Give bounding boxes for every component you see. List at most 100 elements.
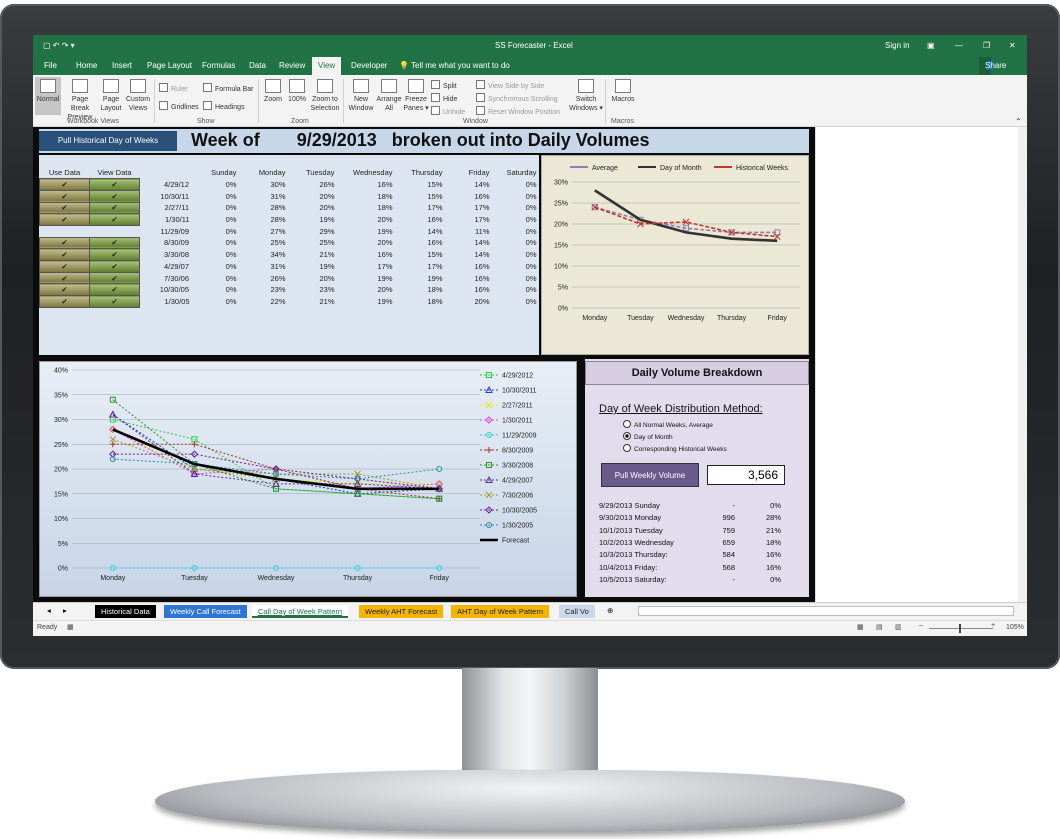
x-tick-label: Tuesday xyxy=(627,315,654,322)
tab-insert[interactable]: Insert xyxy=(112,61,132,70)
tab-page-layout[interactable]: Page Layout xyxy=(147,61,192,70)
sheet-tab[interactable]: AHT Day of Week Pattern xyxy=(451,605,550,618)
tell-me-box[interactable]: Tell me what you want to do xyxy=(411,61,510,70)
view-data-checkbox[interactable] xyxy=(90,225,140,237)
unhide-button[interactable]: Unhide xyxy=(431,106,465,116)
view-data-checkbox[interactable]: ✔ xyxy=(89,213,140,226)
page-break-status-icon[interactable]: ▥ xyxy=(895,623,902,631)
view-data-checkbox[interactable]: ✔ xyxy=(89,295,140,308)
radio-historical-weeks[interactable]: Corresponding Historical Weeks xyxy=(623,444,727,453)
tab-scroll-left-icon[interactable]: ◂ xyxy=(47,606,51,615)
y-tick-label: 30% xyxy=(554,180,568,187)
row-value: 0% xyxy=(525,215,537,225)
macro-record-icon[interactable]: ▦ xyxy=(67,623,74,631)
normal-view-status-icon[interactable]: ▦ xyxy=(857,623,864,631)
tab-home[interactable]: Home xyxy=(76,61,97,70)
zoom-100-button[interactable]: 100% xyxy=(286,79,308,104)
view-data-checkbox[interactable]: ✔ xyxy=(89,189,140,203)
macros-icon xyxy=(615,79,631,93)
collapse-ribbon-icon[interactable]: ⌃ xyxy=(1015,117,1022,126)
sign-in-link[interactable]: Sign in xyxy=(885,41,909,50)
use-data-checkbox[interactable]: ✔ xyxy=(39,295,90,308)
view-data-checkbox[interactable]: ✔ xyxy=(89,236,140,250)
switch-windows-button[interactable]: Switch Windows ▾ xyxy=(569,79,603,113)
use-data-checkbox[interactable] xyxy=(40,225,90,237)
use-data-checkbox[interactable]: ✔ xyxy=(39,213,90,226)
custom-views-button[interactable]: Custom Views xyxy=(125,79,151,113)
pull-weekly-volume-button[interactable]: Pull Weekly Volume xyxy=(601,463,699,487)
arrange-all-button[interactable]: Arrange All xyxy=(376,79,402,113)
use-data-checkbox[interactable]: ✔ xyxy=(39,248,90,261)
gridlines-checkbox[interactable]: Gridlines xyxy=(159,101,199,111)
series-line xyxy=(594,206,778,234)
sheet-tab[interactable]: Weekly Call Forecast xyxy=(164,605,247,618)
new-window-button[interactable]: New Window xyxy=(346,79,376,113)
use-data-checkbox[interactable]: ✔ xyxy=(39,236,90,250)
tab-review[interactable]: Review xyxy=(279,61,305,70)
tab-data[interactable]: Data xyxy=(249,61,266,70)
switch-windows-label: Switch Windows ▾ xyxy=(569,96,603,112)
view-data-checkbox[interactable]: ✔ xyxy=(89,271,140,285)
formula-bar-checkbox[interactable]: Formula Bar xyxy=(203,83,254,93)
quick-access-toolbar[interactable]: ▢ ↶ ↷ ▾ xyxy=(43,41,75,50)
zoom-in-icon[interactable]: + xyxy=(991,622,995,629)
minimize-button[interactable]: — xyxy=(955,41,963,50)
empty-cells-area[interactable] xyxy=(815,127,1027,602)
use-data-checkbox[interactable]: ✔ xyxy=(39,201,90,215)
use-data-checkbox[interactable]: ✔ xyxy=(39,260,90,273)
vertical-scrollbar[interactable] xyxy=(1018,127,1027,602)
sheet-tab[interactable]: Historical Data xyxy=(95,605,156,618)
row-value: 14% xyxy=(474,238,490,248)
zoom-level[interactable]: 105% xyxy=(1006,624,1024,631)
sheet-tab[interactable]: Call Vo xyxy=(559,605,595,618)
freeze-panes-button[interactable]: Freeze Panes ▾ xyxy=(403,79,429,113)
view-data-checkbox[interactable]: ✔ xyxy=(89,201,140,215)
use-data-checkbox[interactable]: ✔ xyxy=(39,283,90,297)
pull-historical-button[interactable]: Pull Historical Day of Weeks xyxy=(39,131,177,151)
page-break-preview-button[interactable]: Page Break Preview xyxy=(63,79,97,122)
normal-view-button[interactable]: Normal xyxy=(35,77,61,115)
hide-button[interactable]: Hide xyxy=(431,93,457,103)
share-button[interactable]: 👤 Share xyxy=(979,57,1006,75)
headings-checkbox[interactable]: Headings xyxy=(203,101,245,111)
weekly-volume-field[interactable]: 3,566 xyxy=(707,465,785,485)
tab-file[interactable]: File xyxy=(44,61,57,70)
reset-window-position-button[interactable]: Reset Window Position xyxy=(476,106,560,116)
page-layout-button[interactable]: Page Layout xyxy=(99,79,123,113)
horizontal-scrollbar[interactable] xyxy=(638,606,1014,616)
page-layout-status-icon[interactable]: ▤ xyxy=(876,623,883,631)
synchronous-scrolling-button[interactable]: Synchronous Scrolling xyxy=(476,93,558,103)
zoom-slider-thumb[interactable] xyxy=(959,624,961,633)
split-button[interactable]: Split xyxy=(431,80,457,90)
new-sheet-icon[interactable]: ⊕ xyxy=(607,606,613,615)
ruler-checkbox[interactable]: Ruler xyxy=(159,83,188,93)
tab-developer[interactable]: Developer xyxy=(351,61,387,70)
zoom-slider[interactable] xyxy=(929,628,993,629)
sheet-tab[interactable]: Call Day of Week Pattern xyxy=(252,605,349,618)
tab-scroll-right-icon[interactable]: ▸ xyxy=(63,606,67,615)
zoom-selection-button[interactable]: Zoom to Selection xyxy=(310,79,340,113)
view-data-checkbox[interactable]: ✔ xyxy=(89,283,140,297)
restore-button[interactable]: ❐ xyxy=(983,41,990,50)
status-ready: Ready xyxy=(37,624,58,631)
tab-formulas[interactable]: Formulas xyxy=(202,61,235,70)
macros-button[interactable]: Macros xyxy=(609,79,637,104)
radio-all-normal-weeks[interactable]: All Normal Weeks, Average xyxy=(623,420,713,429)
row-value: 19% xyxy=(377,296,393,306)
ribbon-display-icon[interactable]: ▣ xyxy=(927,41,935,50)
tab-view[interactable]: View xyxy=(312,57,342,75)
row-value: 20% xyxy=(319,273,335,283)
row-value: 0% xyxy=(225,180,237,190)
view-data-checkbox[interactable]: ✔ xyxy=(89,260,140,273)
sheet-tab[interactable]: Weekly AHT Forecast xyxy=(359,605,444,618)
view-data-checkbox[interactable]: ✔ xyxy=(89,248,140,261)
view-data-checkbox[interactable]: ✔ xyxy=(89,178,140,191)
zoom-out-icon[interactable]: – xyxy=(919,622,923,629)
use-data-checkbox[interactable]: ✔ xyxy=(39,178,90,191)
view-side-by-side-button[interactable]: View Side by Side xyxy=(476,80,544,90)
use-data-checkbox[interactable]: ✔ xyxy=(39,271,90,285)
close-button[interactable]: ✕ xyxy=(1009,41,1016,50)
radio-day-of-month[interactable]: Day of Month xyxy=(623,432,673,441)
zoom-button[interactable]: Zoom xyxy=(262,79,284,104)
use-data-checkbox[interactable]: ✔ xyxy=(39,189,90,203)
